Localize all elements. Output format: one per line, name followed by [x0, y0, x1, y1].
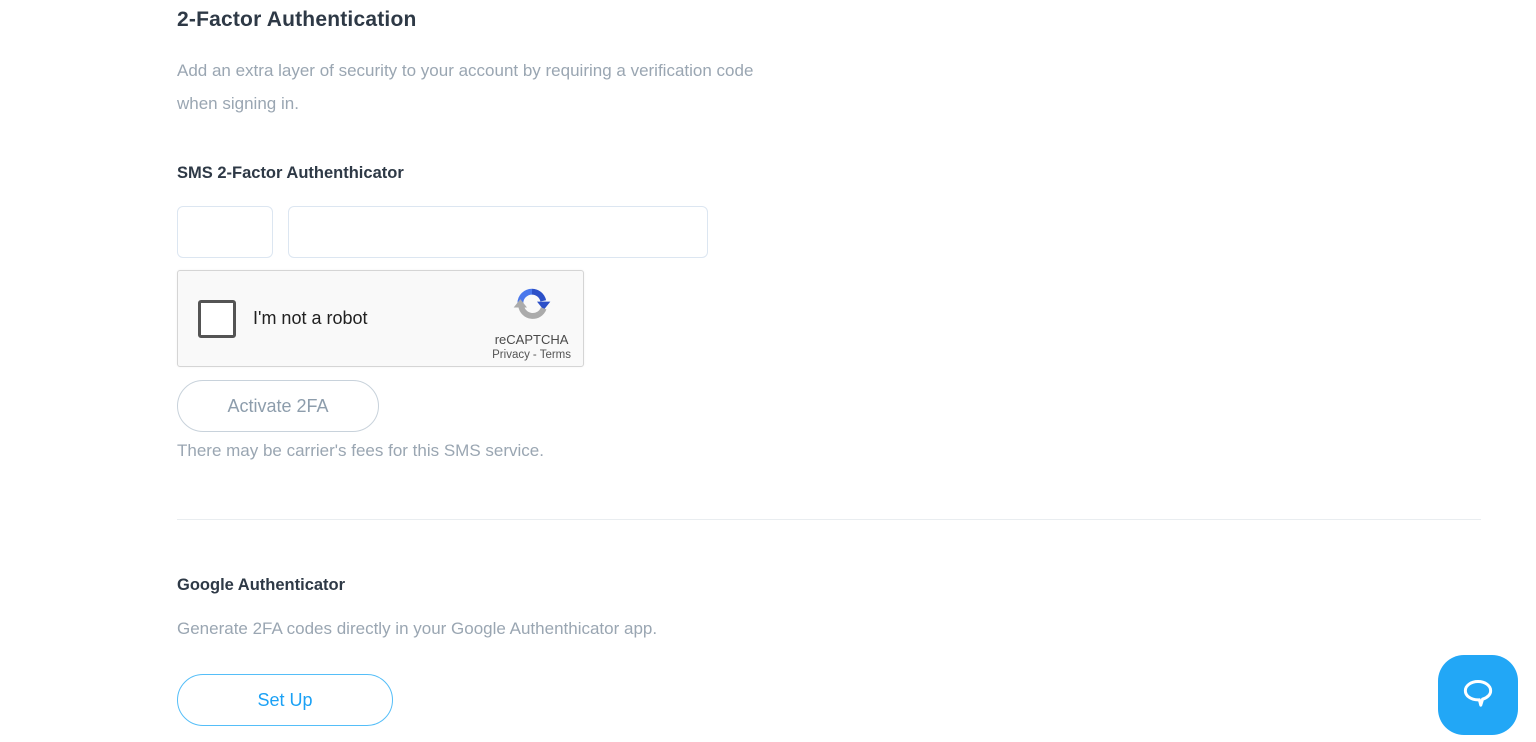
google-authenticator-setup-button[interactable]: Set Up	[177, 674, 393, 726]
recaptcha-link-separator: -	[532, 348, 537, 361]
page-title: 2-Factor Authentication	[177, 8, 417, 31]
two-factor-settings-page: 2-Factor Authentication Add an extra lay…	[0, 0, 1481, 726]
google-authenticator-heading: Google Authenticator	[177, 576, 346, 594]
country-code-input[interactable]	[177, 206, 273, 258]
recaptcha-logo-icon	[512, 285, 552, 330]
recaptcha-links: Privacy - Terms	[492, 349, 571, 361]
recaptcha-widget: I'm not a robot reCAPTCHA Privacy - Terms	[177, 270, 584, 367]
sms-section-heading: SMS 2-Factor Authenthicator	[177, 164, 404, 182]
recaptcha-brand-text: reCAPTCHA	[494, 331, 569, 347]
section-divider	[177, 519, 1481, 520]
phone-number-input[interactable]	[288, 206, 708, 258]
speech-bubble-icon	[1455, 670, 1501, 721]
recaptcha-checkbox-label: I'm not a robot	[253, 308, 368, 328]
sms-inputs-row	[177, 206, 1481, 258]
chat-launcher-button[interactable]	[1438, 655, 1518, 735]
recaptcha-checkbox[interactable]	[198, 299, 236, 338]
recaptcha-privacy-link[interactable]: Privacy	[492, 349, 530, 361]
activate-2fa-button[interactable]: Activate 2FA	[177, 380, 379, 432]
recaptcha-terms-link[interactable]: Terms	[540, 349, 571, 361]
sms-carrier-fees-note: There may be carrier's fees for this SMS…	[177, 441, 544, 460]
page-description: Add an extra layer of security to your a…	[177, 61, 754, 113]
recaptcha-branding: reCAPTCHA Privacy - Terms	[492, 277, 571, 361]
google-authenticator-description: Generate 2FA codes directly in your Goog…	[177, 619, 658, 638]
